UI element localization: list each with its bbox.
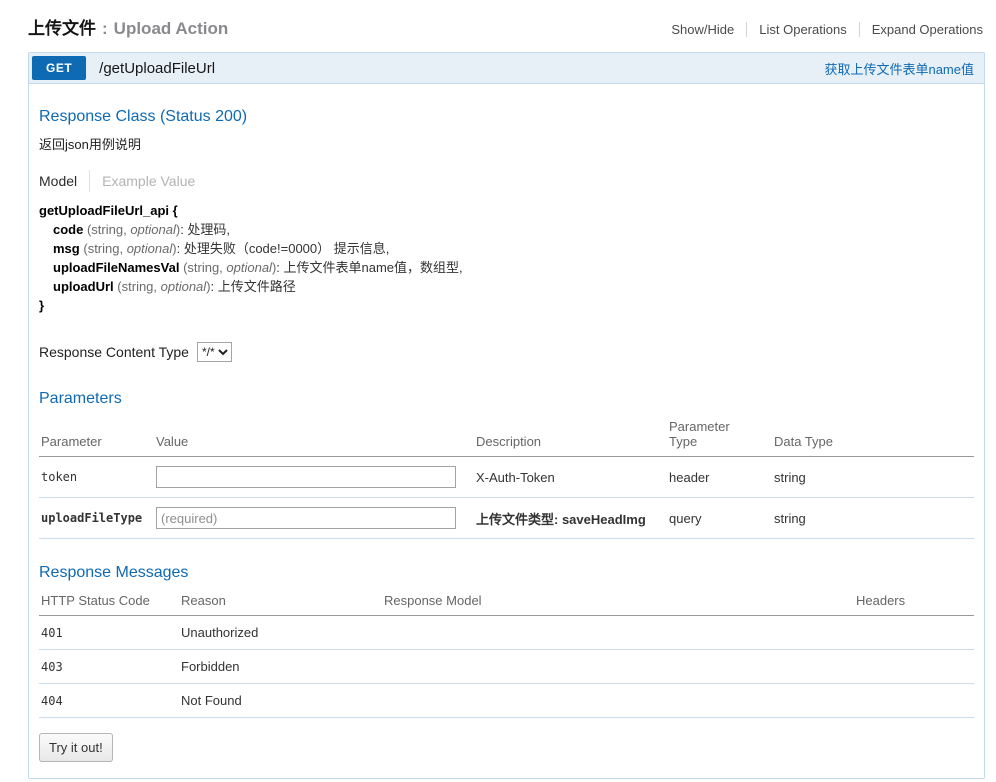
reason: Forbidden [179, 649, 382, 684]
model-close-brace: } [39, 298, 45, 313]
response-messages-heading: Response Messages [39, 564, 189, 581]
response-message-row: 401 Unauthorized [39, 615, 974, 650]
tab-example-value[interactable]: Example Value [89, 170, 207, 192]
parameter-row: uploadFileType 上传文件类型: saveHeadImg query… [39, 497, 974, 539]
resource-title-zh: 上传文件 [28, 19, 96, 38]
try-it-out-button[interactable]: Try it out! [39, 733, 113, 762]
parameter-row: token X-Auth-Token header string [39, 456, 974, 498]
param-data-type: string [772, 497, 974, 539]
response-content-type-label: Response Content Type [39, 344, 189, 360]
model-tabs: Model Example Value [39, 170, 974, 192]
operation-content: Response Class (Status 200) 返回json用例说明 M… [29, 84, 984, 778]
parameters-table: Parameter Value Description Parameter Ty… [39, 413, 974, 539]
param-value-input[interactable] [156, 507, 456, 529]
operation-header[interactable]: GET /getUploadFileUrl 获取上传文件表单name值 [29, 53, 984, 84]
http-method-badge[interactable]: GET [32, 56, 87, 80]
col-description: Description [474, 413, 667, 457]
operation-path-link[interactable]: /getUploadFileUrl [99, 60, 215, 77]
model-property: uploadFileNamesVal (string, optional): 上… [53, 260, 463, 275]
status-code: 401 [39, 615, 179, 650]
param-type: header [667, 456, 772, 498]
model-name: getUploadFileUrl_api { [39, 203, 178, 218]
response-messages-header-row: HTTP Status Code Reason Response Model H… [39, 587, 974, 616]
col-parameter-type: Parameter Type [667, 413, 772, 457]
response-message-row: 403 Forbidden [39, 649, 974, 684]
parameters-header-row: Parameter Value Description Parameter Ty… [39, 413, 974, 457]
col-http-status-code: HTTP Status Code [39, 587, 179, 616]
col-reason: Reason [179, 587, 382, 616]
reason: Unauthorized [179, 615, 382, 650]
param-name: uploadFileType [39, 497, 154, 539]
nav-link-show-hide[interactable]: Show/Hide [659, 22, 746, 37]
response-messages-table: HTTP Status Code Reason Response Model H… [39, 587, 974, 718]
headers [854, 649, 974, 684]
headers [854, 615, 974, 650]
page-title: 上传文件: Upload Action [28, 14, 228, 39]
title-separator: : [102, 19, 108, 38]
param-description: X-Auth-Token [474, 456, 667, 498]
nav-link-list-operations[interactable]: List Operations [746, 22, 858, 37]
operation-get-getUploadFileUrl: GET /getUploadFileUrl 获取上传文件表单name值 Resp… [28, 52, 985, 779]
model-property: msg (string, optional): 处理失败（code!=0000）… [53, 241, 390, 256]
model-signature: getUploadFileUrl_api { code (string, opt… [39, 201, 974, 315]
param-type: query [667, 497, 772, 539]
col-data-type: Data Type [772, 413, 974, 457]
response-model [382, 615, 854, 650]
model-property: uploadUrl (string, optional): 上传文件路径 [53, 279, 296, 294]
col-parameter: Parameter [39, 413, 154, 457]
response-class-description: 返回json用例说明 [39, 137, 141, 152]
param-value-input[interactable] [156, 466, 456, 488]
model-property: code (string, optional): 处理码, [53, 222, 231, 237]
resource-title-en: Upload Action [113, 19, 229, 38]
response-content-type-row: Response Content Type */* [39, 342, 974, 362]
nav-link-expand-operations[interactable]: Expand Operations [858, 22, 985, 37]
response-model [382, 649, 854, 684]
col-response-model: Response Model [382, 587, 854, 616]
param-name: token [39, 456, 154, 498]
topbar: 上传文件: Upload Action Show/Hide List Operat… [28, 14, 985, 39]
param-description: 上传文件类型: saveHeadImg [474, 497, 667, 539]
col-value: Value [154, 413, 474, 457]
tab-model[interactable]: Model [39, 170, 89, 192]
param-data-type: string [772, 456, 974, 498]
col-headers: Headers [854, 587, 974, 616]
response-content-type-select[interactable]: */* [196, 342, 232, 362]
response-class-heading: Response Class (Status 200) [39, 108, 248, 125]
status-code: 403 [39, 649, 179, 684]
resource-options: Show/Hide List Operations Expand Operati… [659, 22, 985, 37]
swagger-page: 上传文件: Upload Action Show/Hide List Operat… [0, 0, 996, 782]
operation-summary-link[interactable]: 获取上传文件表单name值 [824, 59, 974, 78]
parameters-heading: Parameters [39, 390, 122, 407]
